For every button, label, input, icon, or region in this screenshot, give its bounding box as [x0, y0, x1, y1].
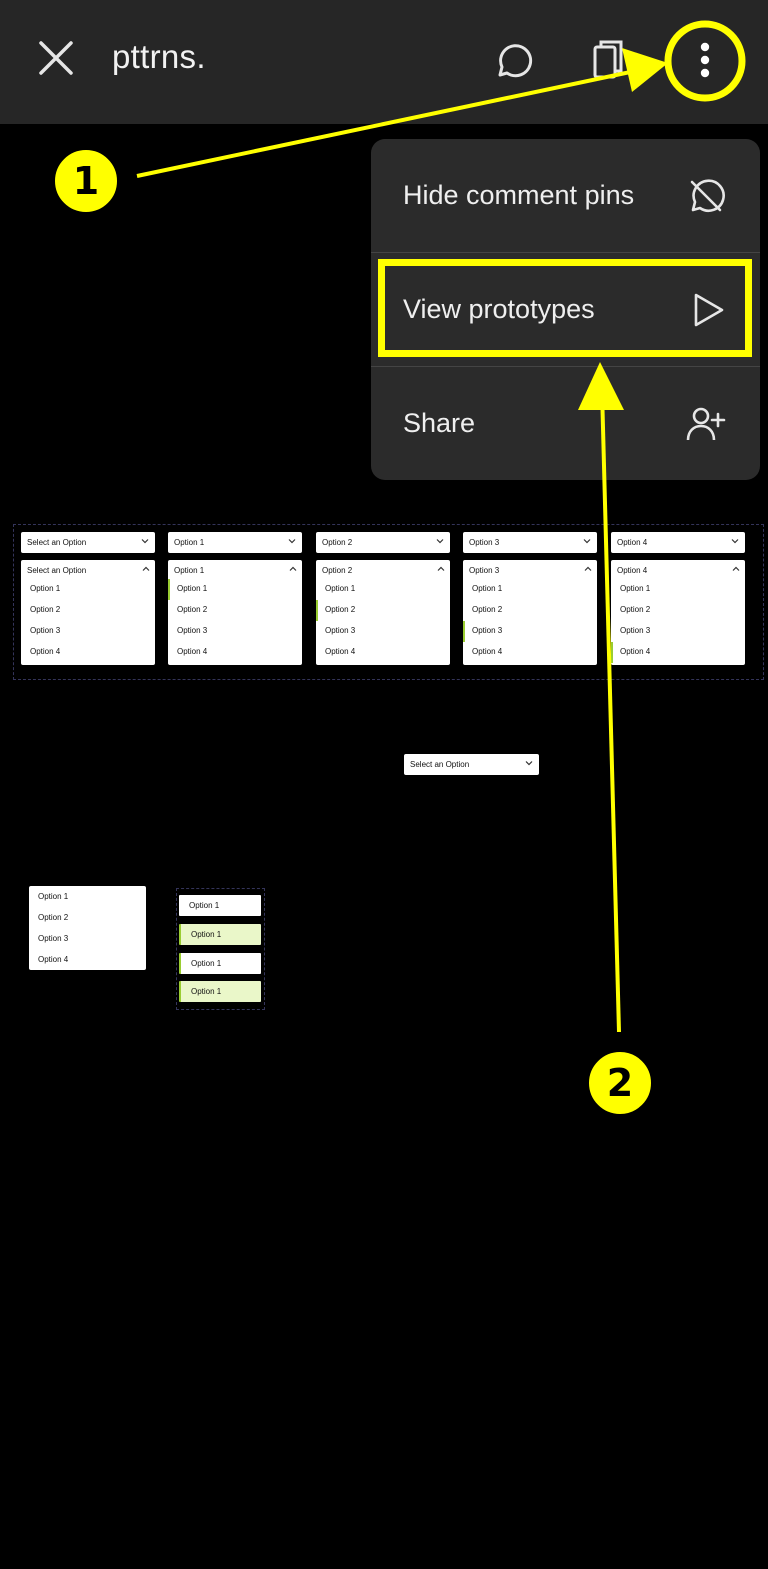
select-open[interactable]: Option 1 Option 1 Option 2 Option 3 Option 4 — [168, 560, 302, 665]
option-chip-selected[interactable]: Option 1 — [179, 953, 261, 974]
standalone-select[interactable]: Select an Option — [404, 754, 539, 775]
more-vertical-icon — [700, 42, 710, 78]
dropdown-option[interactable]: Option 4 — [472, 647, 502, 656]
chevron-up-icon — [732, 566, 740, 571]
list-item[interactable]: Option 1 — [38, 892, 68, 901]
selected-indicator — [611, 642, 613, 663]
chevron-up-icon — [289, 566, 297, 571]
step-2-badge: 2 — [585, 1048, 655, 1118]
select-open-header: Option 2 — [322, 566, 353, 575]
dropdown-option[interactable]: Option 4 — [325, 647, 355, 656]
select-closed[interactable]: Option 2 — [316, 532, 450, 553]
select-open-header: Option 1 — [174, 566, 205, 575]
chevron-down-icon — [141, 539, 149, 544]
view-prototypes-highlight — [378, 259, 752, 357]
dropdown-option[interactable]: Option 1 — [472, 584, 502, 593]
select-label: Option 4 — [617, 538, 648, 547]
selected-indicator — [463, 621, 465, 642]
add-user-icon — [686, 407, 726, 440]
close-button[interactable] — [30, 32, 82, 84]
dropdown-option[interactable]: Option 3 — [472, 626, 502, 635]
menu-item-label: Share — [403, 408, 476, 438]
selected-indicator — [316, 600, 318, 621]
chevron-up-icon — [142, 566, 150, 571]
select-open[interactable]: Select an Option Option 1 Option 2 Option 3… — [21, 560, 155, 665]
file-title: pttrns. — [112, 38, 206, 75]
list-item[interactable]: Option 2 — [38, 913, 68, 922]
dropdown-option[interactable]: Option 1 — [325, 584, 355, 593]
dropdown-option[interactable]: Option 3 — [30, 626, 60, 635]
chevron-down-icon — [288, 539, 296, 544]
select-label: Option 1 — [174, 538, 205, 547]
comment-button[interactable] — [486, 34, 540, 88]
select-label: Option 3 — [469, 538, 500, 547]
select-open[interactable]: Option 4 Option 1 Option 2 Option 3 Option 4 — [611, 560, 745, 665]
select-closed[interactable]: Option 1 — [168, 532, 302, 553]
dropdown-option[interactable]: Option 3 — [620, 626, 650, 635]
step-2-arrow — [600, 389, 621, 1033]
select-open-header: Option 4 — [617, 566, 648, 575]
select-label: Option 2 — [322, 538, 353, 547]
dropdown-option[interactable]: Option 2 — [472, 605, 502, 614]
dropdown-option[interactable]: Option 1 — [620, 584, 650, 593]
pages-button[interactable] — [580, 34, 634, 88]
dropdown-option[interactable]: Option 1 — [177, 584, 207, 593]
chevron-up-icon — [584, 566, 592, 571]
select-open-header: Select an Option — [27, 566, 87, 575]
dropdown-option[interactable]: Option 3 — [325, 626, 355, 635]
chevron-down-icon — [583, 539, 591, 544]
option-chip-selected-hover[interactable]: Option 1 — [179, 981, 261, 1002]
dropdown-option[interactable]: Option 2 — [325, 605, 355, 614]
dropdown-option[interactable]: Option 4 — [620, 647, 650, 656]
option-chip-default[interactable]: Option 1 — [179, 895, 261, 916]
top-bar: pttrns. — [0, 0, 768, 124]
selected-indicator — [168, 579, 170, 600]
comment-off-icon — [690, 178, 725, 212]
select-closed[interactable]: Option 4 — [611, 532, 745, 553]
dropdown-option[interactable]: Option 2 — [620, 605, 650, 614]
dropdown-option[interactable]: Option 4 — [30, 647, 60, 656]
select-label: Select an Option — [27, 538, 87, 547]
dropdown-option[interactable]: Option 3 — [177, 626, 207, 635]
select-open[interactable]: Option 2 Option 1 Option 2 Option 3 Option 4 — [316, 560, 450, 665]
standalone-select-label: Select an Option — [410, 760, 470, 769]
chevron-up-icon — [437, 566, 445, 571]
select-closed[interactable]: Select an Option — [21, 532, 155, 553]
menu-item-share[interactable]: Share — [371, 367, 760, 480]
list-item[interactable]: Option 4 — [38, 955, 68, 964]
list-item[interactable]: Option 3 — [38, 934, 68, 943]
step-1-badge: 1 — [51, 146, 121, 216]
select-closed[interactable]: Option 3 — [463, 532, 597, 553]
pages-icon — [593, 40, 623, 79]
chevron-down-icon — [436, 539, 444, 544]
comment-icon — [498, 44, 533, 78]
dropdown-option[interactable]: Option 1 — [30, 584, 60, 593]
dropdown-option[interactable]: Option 4 — [177, 647, 207, 656]
more-options-button[interactable] — [680, 35, 730, 85]
option-chip-hover[interactable]: Option 1 — [179, 924, 261, 945]
options-list: Option 1 Option 2 Option 3 Option 4 — [29, 886, 146, 970]
dropdown-option[interactable]: Option 2 — [177, 605, 207, 614]
menu-item-hide-comment-pins[interactable]: Hide comment pins — [371, 139, 760, 252]
select-open-header: Option 3 — [469, 566, 500, 575]
close-icon — [39, 41, 73, 75]
select-open[interactable]: Option 3 Option 1 Option 2 Option 3 Option 4 — [463, 560, 597, 665]
chevron-down-icon — [731, 539, 739, 544]
dropdown-option[interactable]: Option 2 — [30, 605, 60, 614]
chevron-down-icon — [525, 761, 533, 766]
menu-item-label: Hide comment pins — [403, 180, 635, 210]
